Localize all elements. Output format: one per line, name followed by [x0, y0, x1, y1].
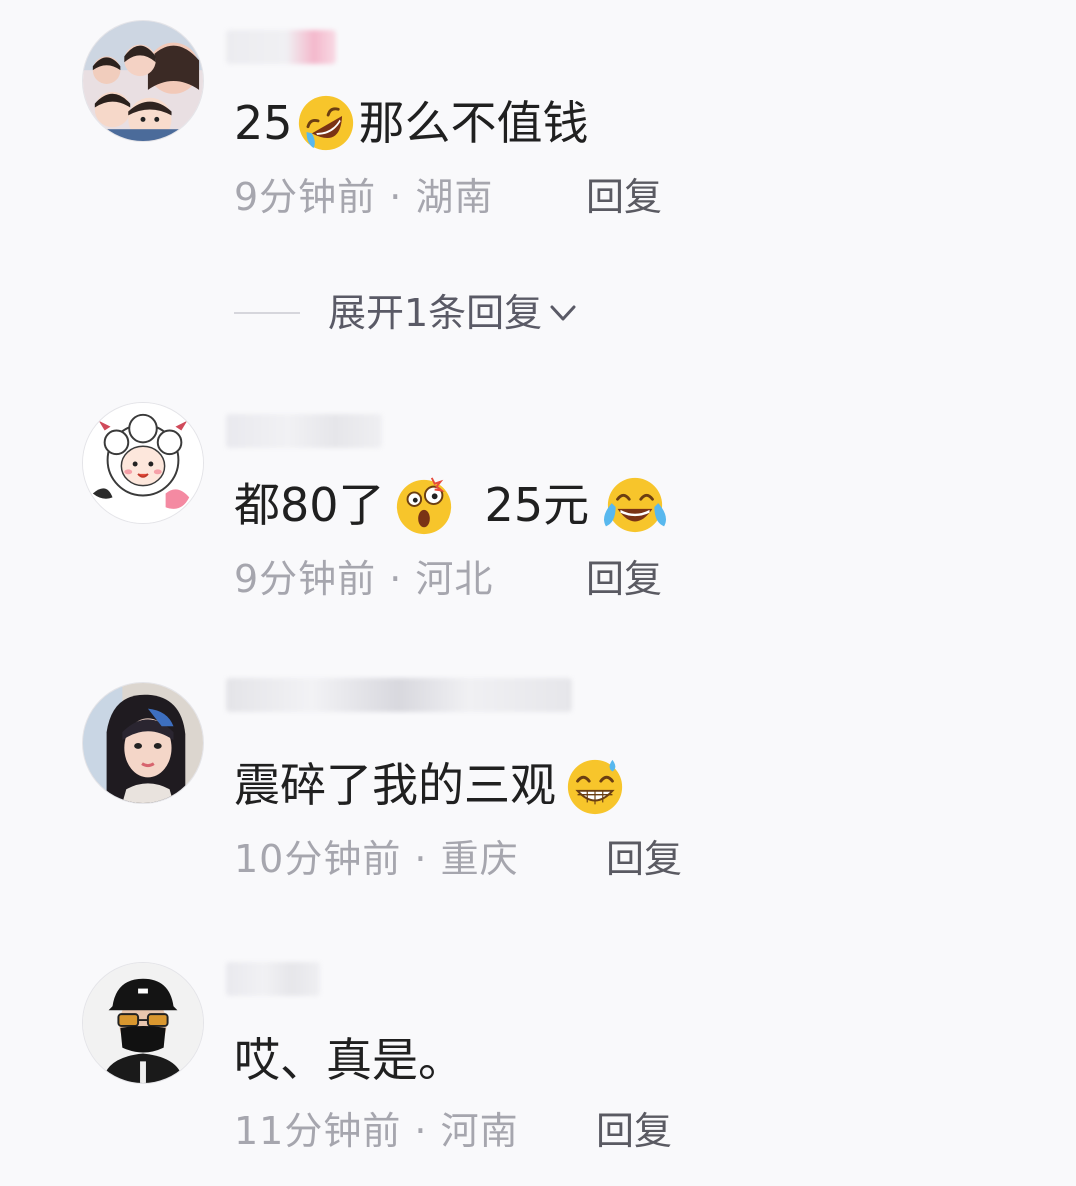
- expand-replies[interactable]: 展开1条回复: [234, 288, 580, 338]
- comment-text: 震碎了我的三观: [234, 754, 628, 816]
- comment-meta: 9分钟前 · 河北: [234, 557, 494, 601]
- comment-text-mid: 25元: [484, 478, 590, 532]
- comment-text: 都80了 25元: [234, 474, 677, 536]
- comment-text: 哎、真是。: [234, 1030, 464, 1090]
- comment-text-prefix: 25: [234, 96, 293, 150]
- comment-text-suffix: 那么不值钱: [358, 96, 589, 150]
- avatar[interactable]: [82, 402, 204, 524]
- reply-button[interactable]: 回复: [586, 556, 662, 602]
- username-redacted[interactable]: [226, 414, 382, 448]
- username-redacted[interactable]: [226, 30, 336, 64]
- chevron-down-icon[interactable]: [546, 296, 580, 330]
- username-redacted[interactable]: [226, 678, 572, 712]
- avatar[interactable]: [82, 962, 204, 1084]
- comment-meta: 9分钟前 · 湖南: [234, 175, 494, 219]
- reply-button[interactable]: 回复: [586, 174, 662, 220]
- username-redacted[interactable]: [226, 962, 320, 996]
- comment-meta: 10分钟前 · 重庆: [234, 837, 519, 881]
- comment-text-prefix: 哎、真是。: [234, 1033, 464, 1087]
- masked-man-avatar-icon: [83, 963, 203, 1083]
- girl-portrait-avatar-icon: [83, 683, 203, 803]
- cartoon-sheep-avatar-icon: [83, 403, 203, 523]
- comment-text-prefix: 震碎了我的三观: [234, 758, 556, 812]
- rolling-laughing-emoji-icon: [295, 92, 357, 154]
- family-photo-icon: [83, 21, 203, 141]
- avatar[interactable]: [82, 20, 204, 142]
- reply-button[interactable]: 回复: [606, 836, 682, 882]
- reply-button[interactable]: 回复: [596, 1108, 672, 1154]
- comment-meta: 11分钟前 · 河南: [234, 1109, 519, 1153]
- grinning-sweat-emoji-icon: [564, 754, 626, 816]
- tears-of-joy-emoji-icon: [595, 474, 675, 536]
- astonished-face-emoji-icon: [393, 474, 455, 536]
- avatar[interactable]: [82, 682, 204, 804]
- divider: [234, 312, 300, 314]
- comment-text-prefix: 都80了: [234, 478, 385, 532]
- expand-replies-label[interactable]: 展开1条回复: [328, 288, 542, 338]
- comment-text: 25 那么不值钱: [234, 92, 589, 154]
